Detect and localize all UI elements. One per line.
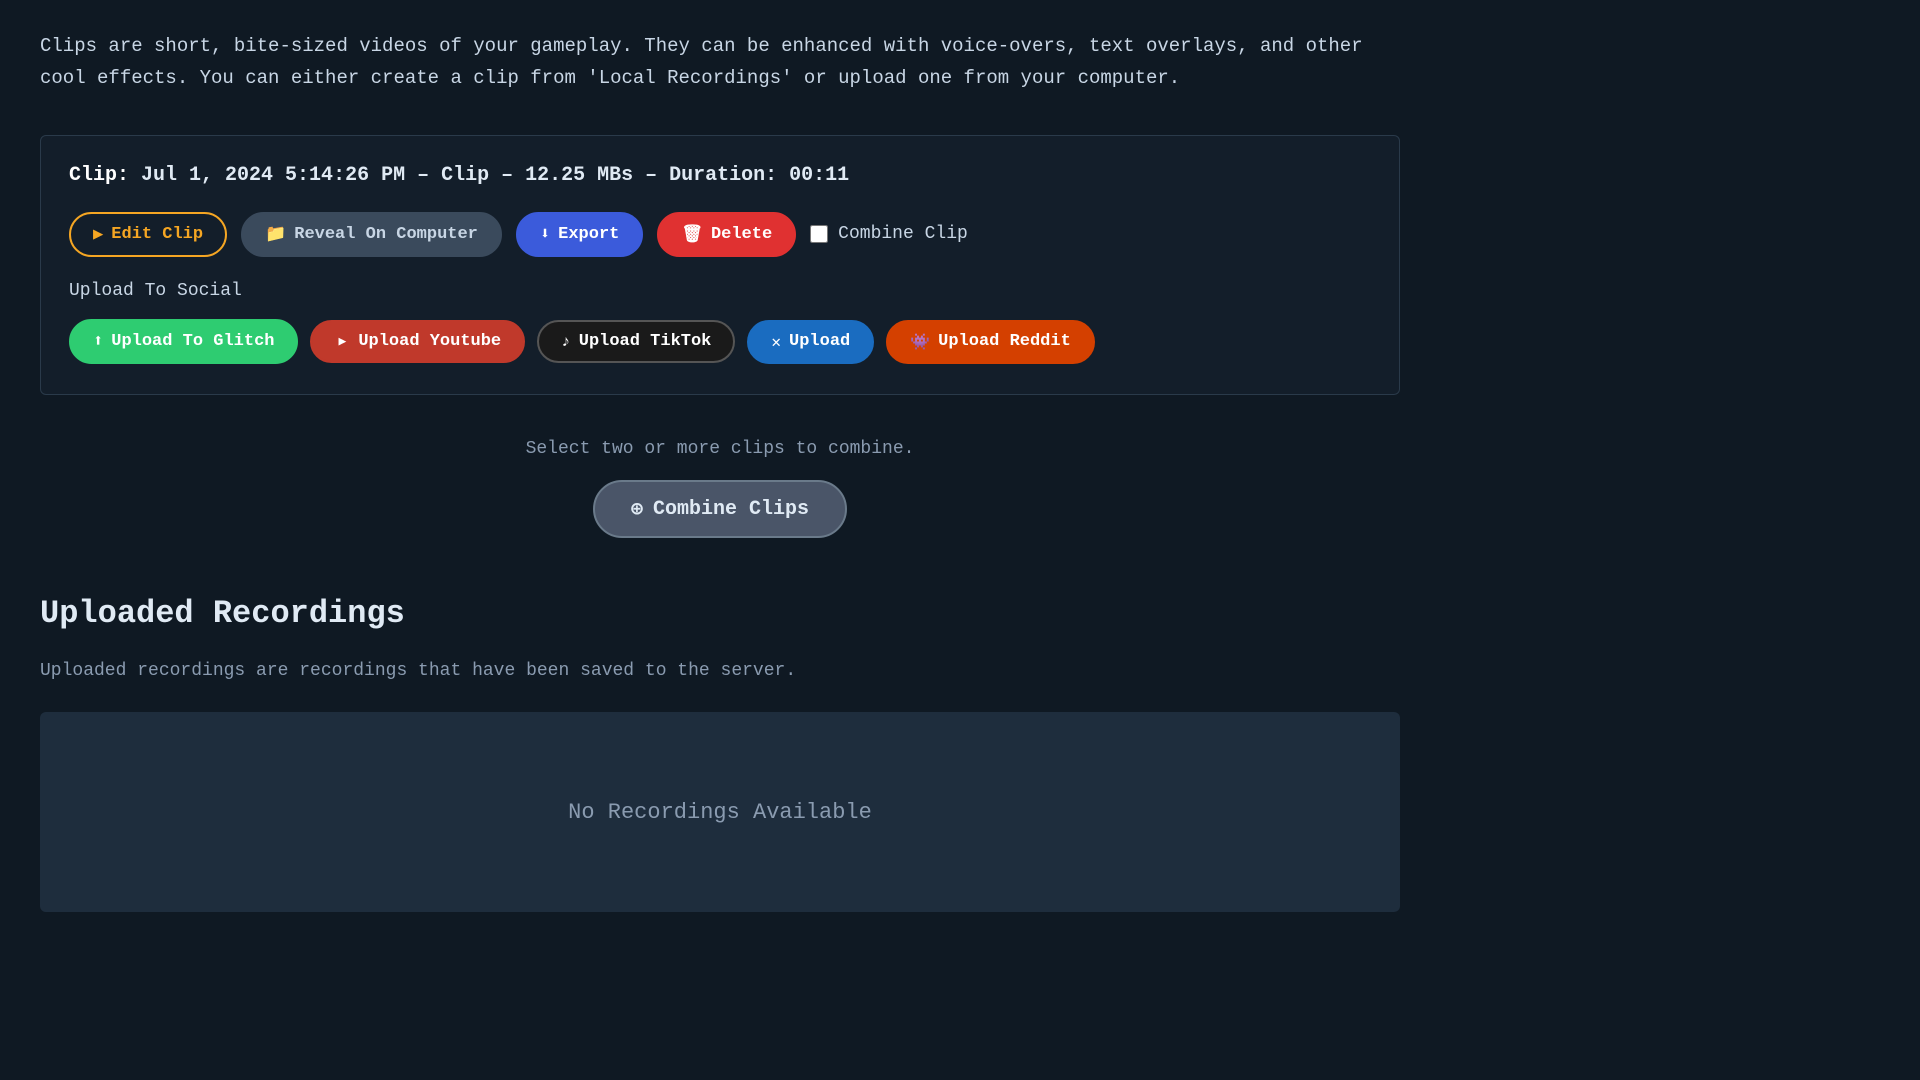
upload-reddit-button[interactable]: 👾 Upload Reddit: [886, 320, 1095, 364]
export-button[interactable]: ⬇ Export: [516, 212, 643, 257]
intro-text: Clips are short, bite-sized videos of yo…: [40, 30, 1380, 95]
upload-tiktok-button[interactable]: ♪ Upload TikTok: [537, 320, 735, 363]
combine-icon: ⊕: [631, 496, 643, 522]
twitter-icon: ✕: [771, 332, 781, 352]
tiktok-label: Upload TikTok: [579, 332, 712, 351]
delete-button[interactable]: 🗑 Delete: [657, 212, 796, 257]
combine-clips-label: Combine Clips: [653, 498, 809, 521]
glitch-upload-icon: ⬆: [93, 331, 103, 352]
uploaded-recordings-title: Uploaded Recordings: [40, 588, 1880, 639]
twitter-label: Upload: [789, 332, 850, 351]
combine-clip-checkbox[interactable]: [810, 225, 828, 243]
reveal-on-computer-button[interactable]: 📁 Reveal On Computer: [241, 212, 502, 257]
uploaded-recordings-section: Uploaded Recordings Uploaded recordings …: [40, 588, 1880, 912]
combine-clips-button[interactable]: ⊕ Combine Clips: [593, 480, 847, 538]
clip-info: Clip: Jul 1, 2024 5:14:26 PM – Clip – 12…: [69, 160, 1371, 192]
clip-details: Jul 1, 2024 5:14:26 PM – Clip – 12.25 MB…: [141, 164, 849, 187]
youtube-label: Upload Youtube: [358, 332, 501, 351]
edit-clip-label: Edit Clip: [111, 225, 203, 244]
clip-label: Clip:: [69, 164, 129, 187]
no-recordings-message: No Recordings Available: [568, 795, 872, 830]
uploaded-recordings-desc: Uploaded recordings are recordings that …: [40, 657, 1400, 686]
trash-icon: 🗑: [681, 224, 703, 245]
combine-section: Select two or more clips to combine. ⊕ C…: [40, 435, 1400, 538]
upload-twitter-button[interactable]: ✕ Upload: [747, 320, 874, 364]
clip-card: Clip: Jul 1, 2024 5:14:26 PM – Clip – 12…: [40, 135, 1400, 396]
combine-clip-text: Combine Clip: [838, 220, 968, 249]
export-label: Export: [558, 225, 619, 244]
reveal-label: Reveal On Computer: [294, 225, 478, 244]
action-buttons-row: ▶ Edit Clip 📁 Reveal On Computer ⬇ Expor…: [69, 212, 1371, 257]
recordings-box: No Recordings Available: [40, 712, 1400, 912]
upload-to-social-label: Upload To Social: [69, 277, 1371, 306]
upload-to-glitch-button[interactable]: ⬆ Upload To Glitch: [69, 319, 298, 364]
play-icon: ▶: [93, 224, 103, 245]
folder-icon: 📁: [265, 224, 286, 245]
combine-hint: Select two or more clips to combine.: [40, 435, 1400, 464]
upload-youtube-button[interactable]: ▶ Upload Youtube: [310, 320, 525, 363]
edit-clip-button[interactable]: ▶ Edit Clip: [69, 212, 227, 257]
reddit-label: Upload Reddit: [938, 332, 1071, 351]
tiktok-icon: ♪: [561, 333, 571, 351]
delete-label: Delete: [711, 225, 772, 244]
download-icon: ⬇: [540, 224, 550, 245]
youtube-icon: ▶: [334, 333, 350, 350]
social-buttons-row: ⬆ Upload To Glitch ▶ Upload Youtube ♪ Up…: [69, 319, 1371, 364]
combine-clip-checkbox-label[interactable]: Combine Clip: [810, 220, 968, 249]
glitch-label: Upload To Glitch: [111, 332, 274, 351]
reddit-icon: 👾: [910, 332, 930, 352]
